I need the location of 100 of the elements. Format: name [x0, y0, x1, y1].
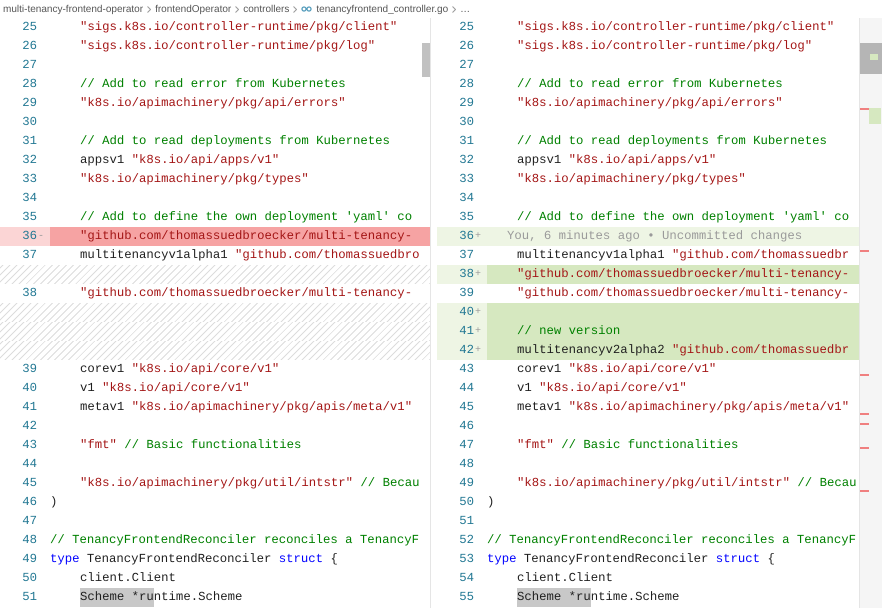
line-number: 42	[458, 342, 474, 360]
line-number: 49	[21, 551, 37, 568]
line-number: 45	[458, 399, 474, 416]
line-number: 36	[458, 228, 474, 246]
breadcrumb-item[interactable]: controllers	[243, 2, 290, 16]
string-literal: "k8s.io/apimachinery/pkg/api/errors"	[80, 95, 346, 112]
diff-marker: +	[475, 268, 482, 282]
line-number: 51	[458, 513, 474, 530]
code-text: ntime.Scheme	[590, 589, 680, 606]
line-number: 45	[21, 475, 37, 492]
line-number: 40	[21, 380, 37, 398]
string-literal: "github.com/thomassuedbroecker/multi-tenancy-	[517, 285, 850, 302]
line-number: 53	[458, 551, 474, 568]
line-number: 48	[458, 456, 474, 474]
code-text: multitenancyv1alpha1	[80, 247, 229, 264]
string-literal: "k8s.io/apimachinery/pkg/util/intstr"	[517, 475, 790, 492]
line-number: 47	[21, 513, 37, 530]
line-number: 44	[21, 456, 37, 474]
string-literal: "sigs.k8s.io/controller-runtime/pkg/log"	[517, 38, 812, 56]
diff-marker: +	[475, 325, 482, 339]
code-comment: // Basic functionalities	[123, 437, 302, 454]
string-literal: "github.com/thomassuedbroecker/multi-tenancy-	[80, 228, 412, 246]
diff-marker: +	[475, 306, 482, 320]
string-literal: "k8s.io/api/core/v1"	[102, 380, 250, 398]
string-literal: "k8s.io/apimachinery/pkg/apis/meta/v1"	[568, 399, 850, 416]
code-comment: // Add to read deployments from Kubernetes	[80, 133, 390, 150]
string-literal: "k8s.io/api/core/v1"	[539, 380, 687, 398]
code-comment: // Add to define the own deployment 'yaml' co	[517, 209, 850, 226]
line-number: 55	[458, 589, 474, 606]
line-number: 54	[458, 570, 474, 588]
line-number: 31	[21, 133, 37, 150]
string-literal: "github.com/thomassuedbr	[672, 247, 850, 264]
string-literal: "github.com/thomassuedbro	[234, 247, 420, 264]
code-text: client.Client	[517, 570, 613, 588]
diff-marker: +	[475, 344, 482, 358]
line-number: 39	[21, 361, 37, 378]
line-number: 26	[458, 38, 474, 56]
go-file-icon	[301, 6, 312, 12]
line-number: 28	[458, 76, 474, 94]
diff-marker: -	[38, 230, 44, 244]
string-literal: "k8s.io/api/core/v1"	[132, 361, 280, 378]
code-keyword: type	[50, 551, 80, 568]
code-text: corev1	[80, 361, 126, 378]
code-text: corev1	[517, 361, 562, 378]
code-text: )	[487, 494, 494, 512]
code-text: client.Client	[80, 570, 176, 588]
code-text: {	[329, 551, 338, 568]
selected-code-text: Scheme *ru	[80, 588, 154, 607]
code-text: TenancyFrontendReconciler	[522, 551, 710, 568]
code-comment: // Add to read error from Kubernetes	[517, 76, 783, 94]
string-literal: "k8s.io/apimachinery/pkg/apis/meta/v1"	[132, 399, 412, 416]
code-comment: // new version	[517, 323, 620, 340]
breadcrumb-item[interactable]: …	[460, 2, 470, 16]
string-literal: "k8s.io/apimachinery/pkg/types"	[517, 171, 746, 188]
chevron-icon	[147, 6, 152, 12]
code-text: v1	[80, 380, 96, 398]
line-number: 41	[458, 323, 474, 340]
code-text: v1	[517, 380, 533, 398]
line-number: 31	[458, 133, 474, 150]
code-text: appsv1	[517, 152, 562, 170]
line-number: 46	[21, 494, 37, 512]
string-literal: "github.com/thomassuedbr	[672, 342, 850, 360]
chevron-icon	[452, 6, 456, 12]
blame-annotation: You, 6 minutes ago • Uncommitted changes	[507, 228, 802, 246]
line-number: 26	[21, 38, 37, 56]
line-number: 46	[458, 418, 474, 436]
string-literal: "fmt"	[517, 437, 554, 454]
line-number: 44	[458, 380, 474, 398]
string-literal: "k8s.io/api/core/v1"	[568, 361, 716, 378]
line-number: 32	[458, 152, 474, 170]
line-number: 51	[21, 589, 37, 606]
breadcrumb-item[interactable]: tenancyfrontend_controller.go	[316, 2, 448, 16]
code-comment: // Add to read deployments from Kubernetes	[517, 133, 827, 150]
breadcrumb-item[interactable]: multi-tenancy-frontend-operator	[3, 2, 144, 16]
line-number: 29	[458, 95, 474, 112]
string-literal: "fmt"	[80, 437, 117, 454]
line-number: 52	[458, 532, 474, 550]
code-keyword: struct	[716, 551, 760, 568]
line-number: 40	[458, 304, 474, 322]
line-number: 33	[458, 171, 474, 188]
string-literal: "github.com/thomassuedbroecker/multi-tenancy-	[80, 285, 412, 302]
string-literal: "github.com/thomassuedbroecker/multi-tenancy-	[517, 266, 850, 284]
line-number: 37	[21, 247, 37, 264]
code-comment: // TenancyFrontendReconciler reconciles a TenancyF	[487, 532, 856, 550]
string-literal: "sigs.k8s.io/controller-runtime/pkg/client"	[80, 19, 398, 36]
breadcrumb-item[interactable]: frontendOperator	[155, 2, 232, 16]
line-number: 50	[458, 494, 474, 512]
line-number: 43	[21, 437, 37, 454]
code-keyword: struct	[278, 551, 324, 568]
string-literal: "k8s.io/apimachinery/pkg/types"	[80, 171, 309, 188]
code-comment: // TenancyFrontendReconciler reconciles a TenancyF	[50, 532, 419, 550]
line-number: 33	[21, 171, 37, 188]
line-number: 34	[458, 190, 474, 208]
code-comment: // Basic functionalities	[560, 437, 738, 454]
code-text: appsv1	[80, 152, 126, 170]
line-number: 37	[458, 247, 474, 264]
chevron-icon	[293, 6, 298, 12]
scrollbar-thumb[interactable]	[422, 43, 430, 77]
string-literal: "sigs.k8s.io/controller-runtime/pkg/log"	[80, 38, 376, 56]
code-text: TenancyFrontendReconciler	[86, 551, 272, 568]
